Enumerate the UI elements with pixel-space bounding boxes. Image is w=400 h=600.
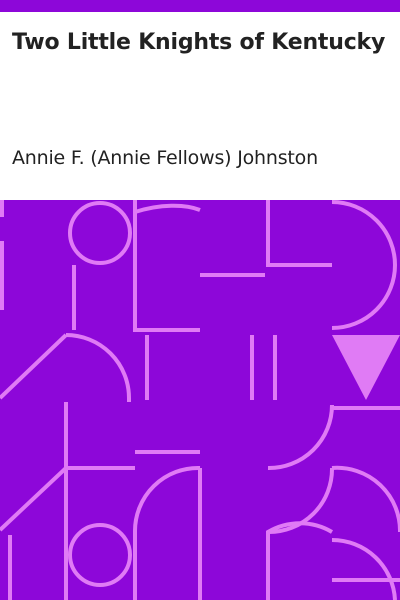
top-color-bar [0,0,400,12]
book-author: Annie F. (Annie Fellows) Johnston [12,147,318,169]
book-cover: Two Little Knights of Kentucky Annie F. … [0,0,400,600]
cover-pattern [0,200,400,600]
book-title: Two Little Knights of Kentucky [12,30,386,55]
